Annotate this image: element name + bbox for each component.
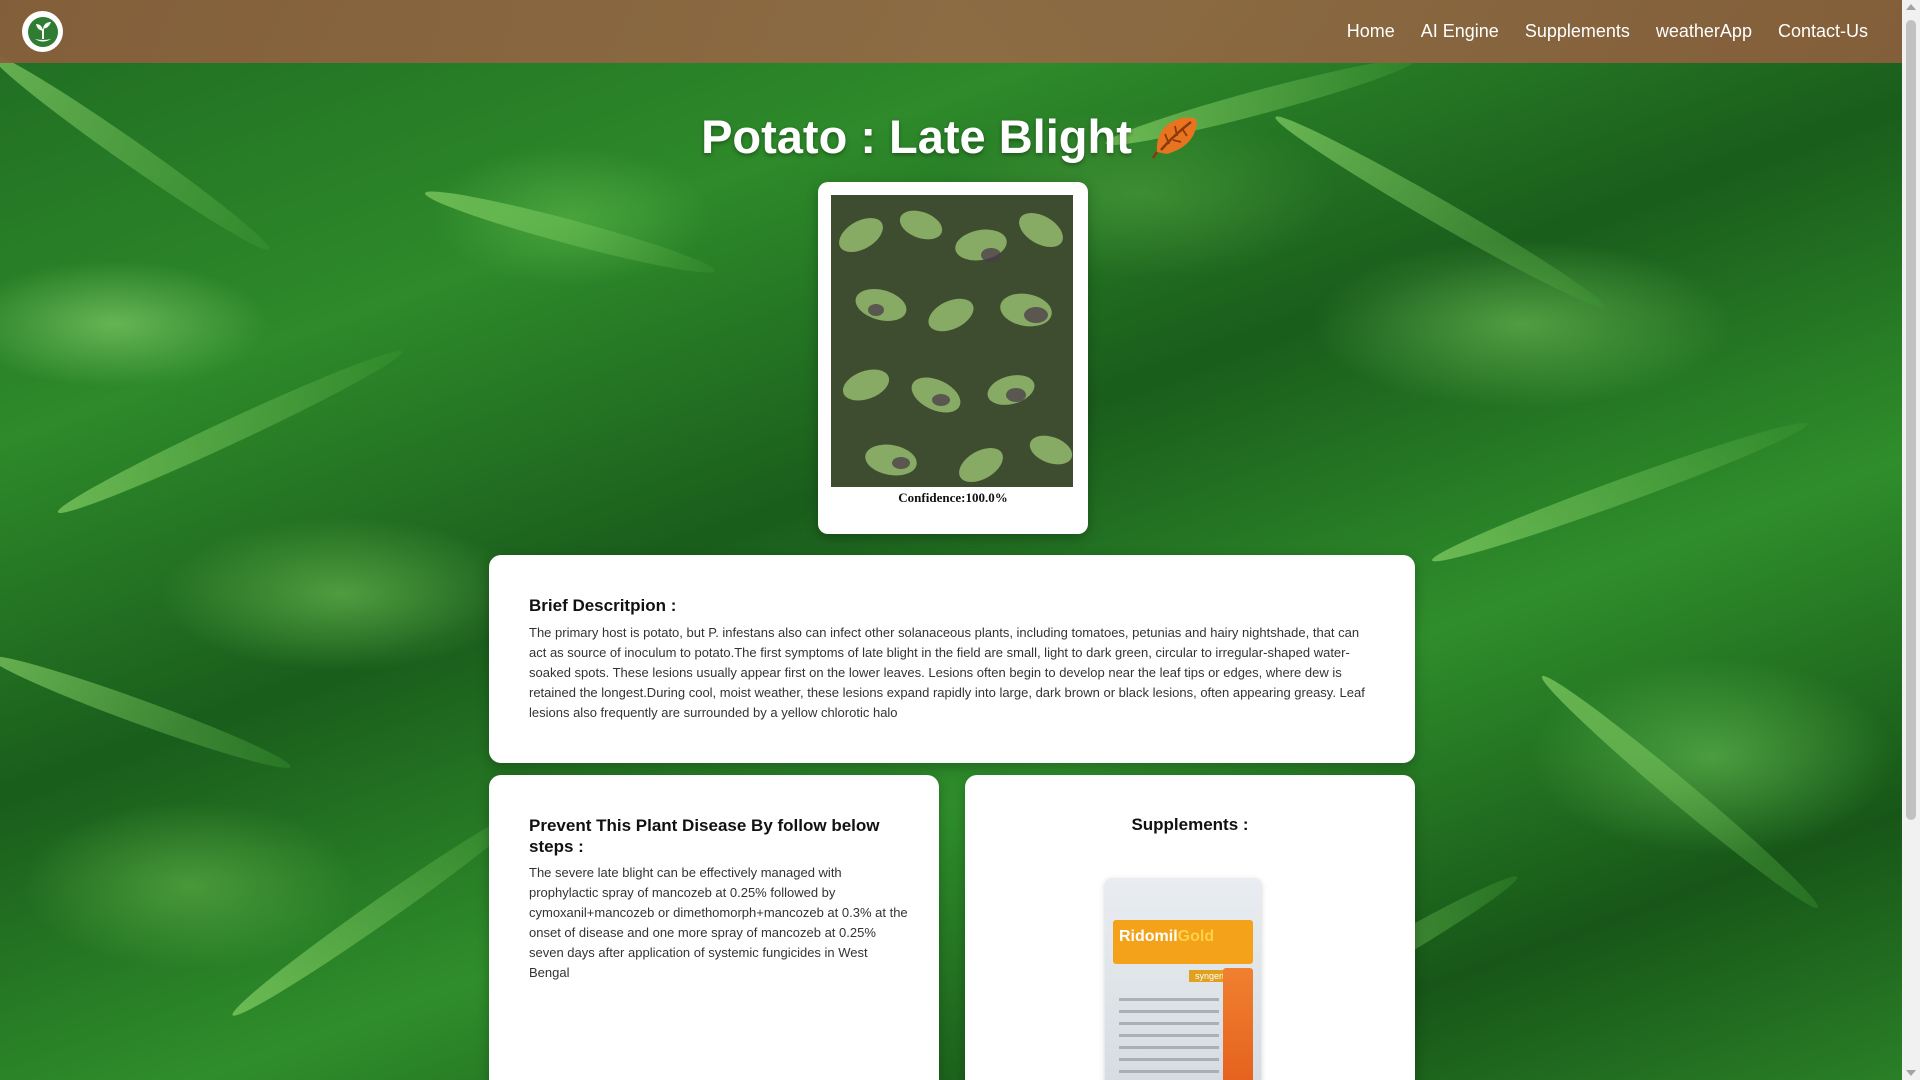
scroll-up-icon[interactable] — [1906, 4, 1916, 10]
navbar: Home AI Engine Supplements weatherApp Co… — [0, 0, 1902, 63]
page-title: Potato : Late Blight — [0, 109, 1902, 170]
plant-leaf-photo — [831, 195, 1073, 487]
page-title-text: Potato : Late Blight — [701, 110, 1132, 164]
sprout-logo-icon[interactable] — [22, 11, 63, 52]
nav-contact-us[interactable]: Contact-Us — [1778, 21, 1868, 42]
scrollbar-thumb[interactable] — [1906, 20, 1916, 820]
description-card: Brief Descritpion : The primary host is … — [489, 555, 1415, 763]
nav-home[interactable]: Home — [1347, 21, 1395, 42]
supplements-card: Supplements : RidomilGold syngenta — [965, 775, 1415, 1080]
confidence-label: Confidence:100.0% — [898, 490, 1008, 505]
page-scrollbar[interactable] — [1902, 0, 1920, 1080]
nav-supplements[interactable]: Supplements — [1525, 21, 1630, 42]
prediction-card: Confidence:100.0% — [818, 182, 1088, 534]
description-heading: Brief Descritpion : — [529, 596, 677, 615]
prevention-text: The severe late blight can be effectivel… — [529, 865, 908, 980]
nav-links: Home AI Engine Supplements weatherApp Co… — [1347, 0, 1868, 63]
description-text: The primary host is potato, but P. infes… — [529, 625, 1365, 720]
nav-ai-engine[interactable]: AI Engine — [1421, 21, 1499, 42]
supplements-heading: Supplements : — [1131, 815, 1249, 834]
supplement-brand-logo: RidomilGold — [1119, 928, 1215, 945]
scroll-down-icon[interactable] — [1906, 1070, 1916, 1076]
falling-leaf-icon — [1151, 112, 1201, 171]
prevention-card: Prevent This Plant Disease By follow bel… — [489, 775, 939, 1080]
prevention-heading: Prevent This Plant Disease By follow bel… — [529, 816, 880, 856]
nav-weatherapp[interactable]: weatherApp — [1656, 21, 1752, 42]
supplement-product-image[interactable]: RidomilGold syngenta — [1105, 878, 1261, 1080]
